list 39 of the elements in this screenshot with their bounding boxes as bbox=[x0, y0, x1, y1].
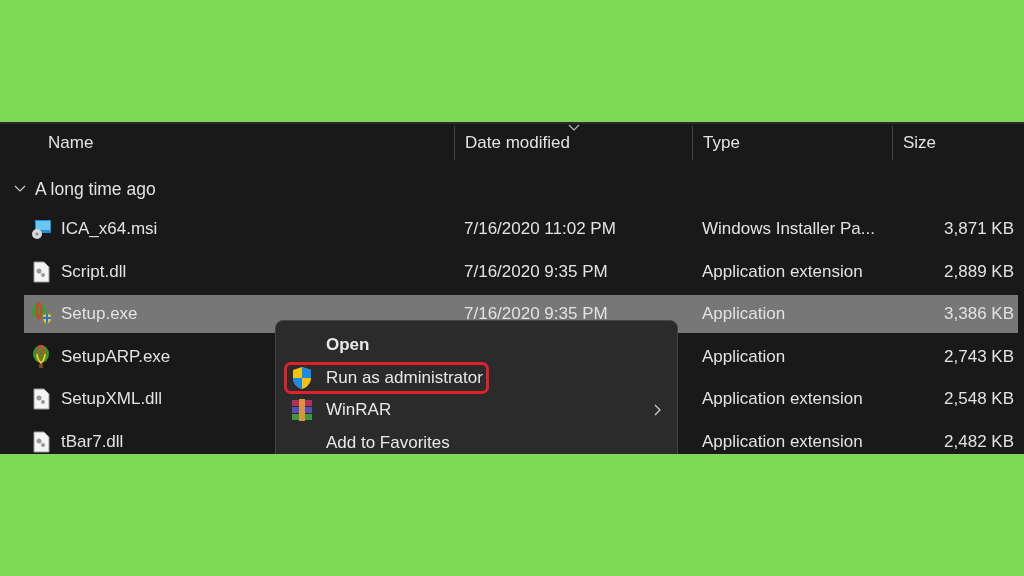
menu-item[interactable]: Open bbox=[284, 331, 376, 360]
file-name: ICA_x64.msi bbox=[61, 219, 158, 239]
file-name: Script.dll bbox=[61, 261, 127, 282]
column-header[interactable]: Type bbox=[703, 133, 740, 153]
file-gear-icon bbox=[30, 260, 52, 283]
size-cell: 2,889 KB bbox=[944, 261, 1014, 282]
type-cell: Application extension bbox=[702, 431, 863, 452]
installer-icon bbox=[30, 218, 52, 240]
column-header[interactable]: Size bbox=[903, 133, 937, 153]
date-cell: 7/16/2020 9:35 PM bbox=[464, 261, 608, 282]
size-cell: 2,548 KB bbox=[944, 389, 1014, 409]
balloon-shield-icon bbox=[30, 302, 52, 326]
type-cell: Application bbox=[702, 304, 786, 324]
file-name: tBar7.dll bbox=[61, 431, 124, 452]
type-cell: Application extension bbox=[702, 389, 863, 409]
menu-item[interactable]: Run as administrator bbox=[284, 361, 489, 394]
balloon-icon bbox=[30, 344, 52, 369]
file-gear-icon bbox=[30, 388, 52, 410]
type-cell: Application bbox=[702, 346, 786, 367]
date-cell: 7/16/2020 9:35 PM bbox=[464, 304, 608, 324]
type-cell: Application extension bbox=[702, 261, 863, 282]
size-cell: 3,871 KB bbox=[944, 219, 1014, 239]
file-name: SetupARP.exe bbox=[61, 346, 171, 367]
file-name: Setup.exe bbox=[61, 304, 138, 324]
file-name: SetupXML.dll bbox=[61, 389, 163, 409]
type-cell: Windows Installer Pa... bbox=[702, 219, 875, 239]
size-cell: 3,386 KB bbox=[944, 304, 1014, 324]
shield-icon bbox=[291, 365, 313, 390]
column-header[interactable]: Name bbox=[48, 133, 94, 153]
menu-item[interactable]: WinRAR bbox=[284, 395, 398, 426]
column-header[interactable]: Date modified bbox=[465, 133, 570, 153]
size-cell: 2,743 KB bbox=[944, 346, 1014, 367]
menu-item[interactable]: Add to Favorites bbox=[284, 428, 456, 454]
date-cell: 7/16/2020 11:02 PM bbox=[464, 219, 616, 239]
chevron-icon[interactable] bbox=[14, 185, 26, 193]
group-label: A long time ago bbox=[35, 178, 156, 200]
size-cell: 2,482 KB bbox=[944, 431, 1014, 452]
file-gear-icon bbox=[30, 430, 52, 453]
archive-books-icon bbox=[291, 399, 313, 422]
